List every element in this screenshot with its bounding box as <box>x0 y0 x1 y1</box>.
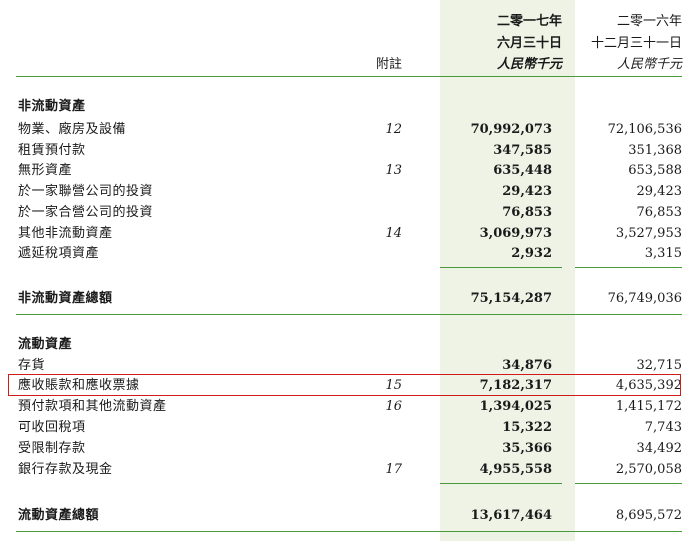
table-row: 租賃預付款 347,585 351,368 <box>0 141 700 161</box>
table-row: 其他非流動資產 14 3,069,973 3,527,953 <box>0 224 700 244</box>
table-row: 可收回稅項 15,322 7,743 <box>0 418 700 438</box>
row-value-2016: 34,492 <box>636 441 683 456</box>
header-note-label: 附註 <box>375 57 402 72</box>
table-row: 於一家聯營公司的投資 29,423 29,423 <box>0 182 700 202</box>
row-label: 無形資產 <box>18 163 73 178</box>
total-row-non-current: 非流動資產總額 75,154,287 76,749,036 <box>0 289 700 309</box>
row-value-2016: 72,106,536 <box>607 122 682 137</box>
header-2017-line2: 六月三十日 <box>496 36 562 51</box>
row-label: 遞延稅項資產 <box>18 246 100 261</box>
row-note: 16 <box>385 399 402 414</box>
total-value-2017: 75,154,287 <box>470 291 552 306</box>
row-value-2017: 347,585 <box>493 143 552 158</box>
table-row: 預付款項和其他流動資產 16 1,394,025 1,415,172 <box>0 397 700 417</box>
row-label: 其他非流動資產 <box>18 226 113 241</box>
row-value-2017: 4,955,558 <box>479 462 552 477</box>
row-label: 物業、廠房及設備 <box>18 122 127 137</box>
row-note: 14 <box>385 226 402 241</box>
table-row: 存貨 34,876 32,715 <box>0 356 700 376</box>
row-value-2016: 7,743 <box>644 420 682 435</box>
row-note: 17 <box>385 462 402 477</box>
header-2016-line1: 二零一六年 <box>616 14 682 29</box>
row-value-2017: 76,853 <box>502 205 552 220</box>
row-value-2017: 635,448 <box>493 163 552 178</box>
total-value-2016: 8,695,572 <box>615 508 682 523</box>
row-value-2016: 653,588 <box>628 163 682 178</box>
header-2016-line2: 十二月三十一日 <box>590 36 682 51</box>
total-row-current: 流動資產總額 13,617,464 8,695,572 <box>0 506 700 526</box>
row-value-2017: 34,876 <box>502 358 552 373</box>
bottom-rule <box>16 531 682 532</box>
subtotal-rule-2016 <box>575 483 682 484</box>
row-label: 受限制存款 <box>18 441 86 456</box>
total-value-2017: 13,617,464 <box>470 508 552 523</box>
table-row: 銀行存款及現金 17 4,955,558 2,570,058 <box>0 460 700 480</box>
table-row: 受限制存款 35,366 34,492 <box>0 439 700 459</box>
header-rule <box>16 76 682 77</box>
row-value-2017: 70,992,073 <box>470 122 552 137</box>
row-value-2017: 29,423 <box>502 184 552 199</box>
row-value-2016: 1,415,172 <box>615 399 682 414</box>
header-unit-2017: 人民幣千元 <box>496 57 562 72</box>
row-note: 12 <box>385 122 402 137</box>
row-value-2017: 35,366 <box>502 441 552 456</box>
row-value-2016: 351,368 <box>628 143 682 158</box>
row-value-2016: 29,423 <box>636 184 683 199</box>
row-label: 租賃預付款 <box>18 143 86 158</box>
row-note: 13 <box>385 163 402 178</box>
table-row: 於一家合營公司的投資 76,853 76,853 <box>0 203 700 223</box>
header-2017-line1: 二零一七年 <box>496 14 562 29</box>
subtotal-rule-2016 <box>575 267 682 268</box>
row-label: 於一家合營公司的投資 <box>18 205 154 220</box>
table-row: 物業、廠房及設備 12 70,992,073 72,106,536 <box>0 120 700 140</box>
total-label: 非流動資產總額 <box>18 291 113 306</box>
row-value-2016: 2,570,058 <box>615 462 682 477</box>
table-row: 遞延稅項資產 2,932 3,315 <box>0 244 700 264</box>
section-divider-rule <box>16 314 682 315</box>
section-title-current: 流動資產 <box>0 335 700 355</box>
row-label: 可收回稅項 <box>18 420 86 435</box>
row-label: 於一家聯營公司的投資 <box>18 184 154 199</box>
row-value-2017: 1,394,025 <box>479 399 552 414</box>
section-title-label: 流動資產 <box>18 337 73 352</box>
row-value-2016: 3,527,953 <box>615 226 682 241</box>
subtotal-rule-2017 <box>440 483 562 484</box>
section-title-non-current: 非流動資產 <box>0 97 700 117</box>
row-label: 預付款項和其他流動資產 <box>18 399 167 414</box>
subtotal-rule-2017 <box>440 267 562 268</box>
row-value-2016: 3,315 <box>644 246 682 261</box>
row-value-2017: 3,069,973 <box>479 226 552 241</box>
total-label: 流動資產總額 <box>18 508 100 523</box>
highlight-box <box>8 374 681 396</box>
section-title-label: 非流動資產 <box>18 99 86 114</box>
header-unit-2016: 人民幣千元 <box>616 57 682 72</box>
row-value-2017: 15,322 <box>502 420 552 435</box>
row-value-2017: 2,932 <box>511 246 552 261</box>
total-value-2016: 76,749,036 <box>607 291 682 306</box>
row-value-2016: 32,715 <box>636 358 683 373</box>
table-row: 無形資產 13 635,448 653,588 <box>0 161 700 181</box>
row-value-2016: 76,853 <box>636 205 683 220</box>
row-label: 存貨 <box>18 358 46 373</box>
row-label: 銀行存款及現金 <box>18 462 113 477</box>
